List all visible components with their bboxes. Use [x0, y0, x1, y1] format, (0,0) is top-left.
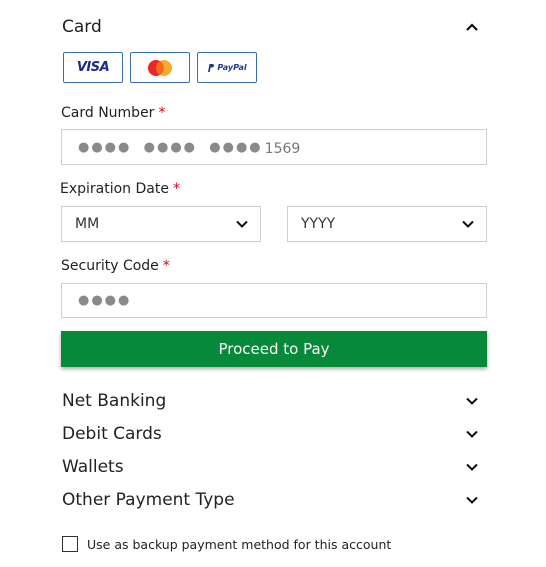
other-payment-type-section-header[interactable]: Other Payment Type [62, 487, 482, 513]
security-code-label: Security Code * [61, 258, 170, 274]
card-number-last-digits: 1569 [264, 140, 301, 157]
required-asterisk: * [172, 181, 180, 197]
card-section-title: Card [62, 17, 102, 37]
expiry-month-select[interactable]: MM [61, 206, 261, 242]
chevron-down-icon [236, 216, 248, 232]
chevron-down-icon[interactable] [462, 490, 482, 510]
card-number-label: Card Number * [61, 105, 165, 121]
chevron-down-icon[interactable] [462, 457, 482, 477]
security-code-masked: ●●●● [78, 293, 132, 308]
expiry-month-value: MM [75, 216, 100, 232]
backup-payment-label: Use as backup payment method for this ac… [87, 536, 392, 552]
proceed-to-pay-button[interactable]: Proceed to Pay [61, 331, 487, 367]
expiry-year-select[interactable]: YYYY [287, 206, 487, 242]
mastercard-logo[interactable] [130, 52, 190, 83]
net-banking-title: Net Banking [62, 391, 167, 411]
paypal-logo-text: PayPal [217, 63, 247, 72]
chevron-down-icon[interactable] [462, 424, 482, 444]
chevron-down-icon [462, 216, 474, 232]
expiration-date-label-text: Expiration Date [60, 181, 169, 197]
card-number-label-text: Card Number [61, 105, 155, 121]
net-banking-section-header[interactable]: Net Banking [62, 388, 482, 414]
mastercard-circles [148, 59, 172, 76]
paypal-p-icon [208, 63, 215, 72]
card-section-header[interactable]: Card [62, 14, 482, 40]
visa-logo[interactable]: VISA [63, 52, 123, 83]
backup-payment-option: Use as backup payment method for this ac… [62, 536, 391, 552]
debit-cards-title: Debit Cards [62, 424, 162, 444]
wallets-section-header[interactable]: Wallets [62, 454, 482, 480]
card-brand-icons: VISA PayPal [63, 52, 257, 83]
debit-cards-section-header[interactable]: Debit Cards [62, 421, 482, 447]
chevron-down-icon[interactable] [462, 391, 482, 411]
expiry-year-value: YYYY [301, 216, 336, 232]
backup-payment-checkbox[interactable] [62, 536, 78, 552]
security-code-label-text: Security Code [61, 258, 159, 274]
paypal-logo[interactable]: PayPal [197, 52, 257, 83]
security-code-field[interactable]: ●●●● [61, 283, 487, 318]
card-number-masked: ●●●● ●●●● ●●●● [78, 139, 263, 155]
visa-logo-text: VISA [76, 60, 110, 75]
expiration-date-label: Expiration Date * [60, 181, 180, 197]
other-payment-type-title: Other Payment Type [62, 490, 235, 510]
chevron-up-icon[interactable] [462, 17, 482, 37]
required-asterisk: * [158, 105, 166, 121]
card-number-field[interactable]: ●●●● ●●●● ●●●● 1569 [61, 129, 487, 165]
wallets-title: Wallets [62, 457, 124, 477]
required-asterisk: * [162, 258, 170, 274]
